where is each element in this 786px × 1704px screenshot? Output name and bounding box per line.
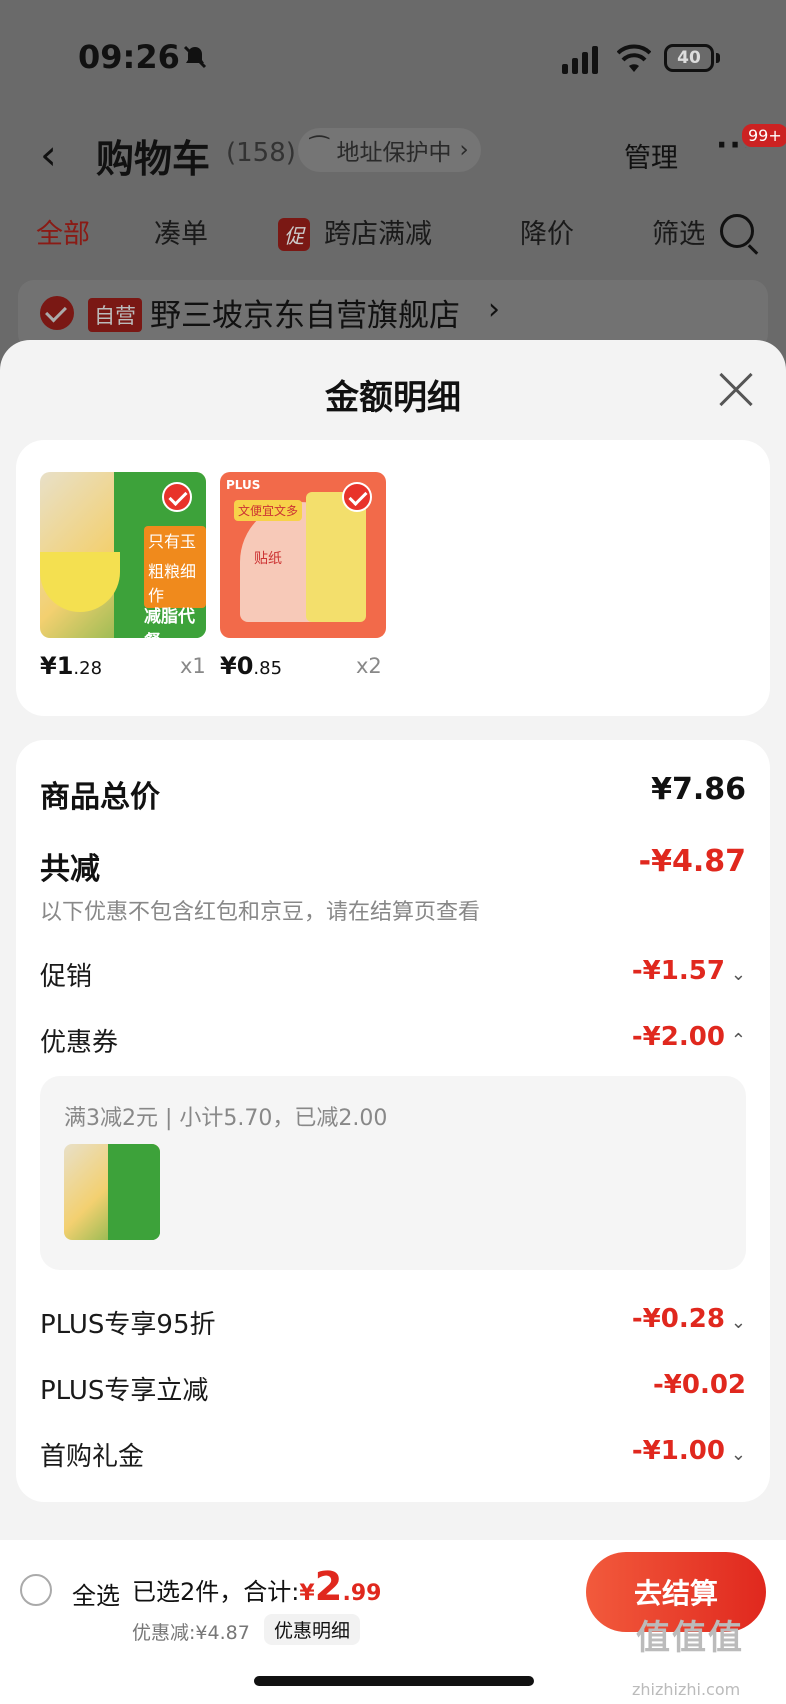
product-image-bowl <box>40 552 120 612</box>
page-title: 购物车 <box>96 137 211 181</box>
filter-tabs: 全部 凑单 促跨店满减 降价 筛选 <box>0 212 786 262</box>
checkout-bar: 全选 已选2件，合计: ¥ 2 .99 优惠减:¥4.87 优惠明细 去结算 值… <box>0 1540 786 1704</box>
chevron-right-icon: › <box>459 137 469 163</box>
plus-discount-value: -¥0.28 <box>631 1304 725 1334</box>
store-check-icon[interactable] <box>40 296 74 330</box>
close-icon[interactable] <box>716 370 756 410</box>
discount-note: 以下优惠不包含红包和京豆，请在结算页查看 <box>40 900 481 925</box>
currency-symbol: ¥ <box>299 1581 315 1606</box>
battery-icon: 40 <box>664 44 714 72</box>
discount-summary: 优惠减:¥4.87 <box>132 1622 250 1644</box>
tab-price-drop[interactable]: 降价 <box>520 212 574 251</box>
discount-label: 共减 <box>40 852 100 887</box>
wifi-icon <box>617 44 651 72</box>
coupon-detail-box: 满3减2元 | 小计5.70，已减2.00 <box>40 1076 746 1270</box>
product-image-text: 粗粮细作 <box>144 556 206 608</box>
battery-cap <box>716 53 720 63</box>
amount-dec: .99 <box>342 1581 382 1606</box>
cart-count: (158) <box>226 138 296 168</box>
address-protect-label: 地址保护中 <box>336 140 452 166</box>
discount-value: -¥4.87 <box>638 844 746 879</box>
total-row: 商品总价 ¥7.86 <box>40 772 746 815</box>
chevron-down-icon[interactable]: ⌄ <box>731 964 746 985</box>
product-price: ¥1.28 <box>40 652 102 680</box>
sheet-title: 金额明细 <box>325 378 461 418</box>
battery-level: 40 <box>677 48 701 68</box>
promo-value-wrap: -¥1.57 ⌄ <box>632 956 746 986</box>
coupon-value-wrap: -¥2.00 ⌃ <box>632 1022 746 1052</box>
product-qty: x2 <box>356 654 382 678</box>
home-indicator <box>254 1676 534 1686</box>
tab-filter[interactable]: 筛选 <box>652 212 704 251</box>
manage-button[interactable]: 管理 <box>624 136 678 175</box>
store-name: 野三坡京东自营旗舰店 <box>150 298 460 334</box>
plus-discount-value-wrap: -¥0.28 ⌄ <box>632 1304 746 1334</box>
chevron-down-icon[interactable]: ⌄ <box>731 1444 746 1465</box>
plus-instant-row: PLUS专享立减 -¥0.02 <box>40 1370 746 1406</box>
coupon-value: -¥2.00 <box>631 1022 725 1052</box>
coupon-detail-text: 满3减2元 | 小计5.70，已减2.00 <box>64 1106 388 1131</box>
plus-discount-row[interactable]: PLUS专享95折 -¥0.28 ⌄ <box>40 1304 746 1340</box>
chevron-down-icon[interactable]: ⌄ <box>731 1312 746 1333</box>
tab-all[interactable]: 全部 <box>36 212 90 251</box>
total-value: ¥7.86 <box>651 772 746 807</box>
select-all-radio[interactable] <box>20 1574 52 1606</box>
first-purchase-value: -¥1.00 <box>631 1436 725 1466</box>
signal-icon <box>562 46 598 74</box>
status-bar: 09:26 40 <box>0 0 786 120</box>
product-image-text: 减脂代餐 <box>144 607 195 638</box>
tab-cross-store[interactable]: 促跨店满减 <box>278 212 432 251</box>
status-time: 09:26 <box>78 38 180 76</box>
promo-label: 促销 <box>40 962 93 992</box>
first-purchase-label: 首购礼金 <box>40 1442 145 1472</box>
product-price: ¥0.85 <box>220 652 282 680</box>
bell-muted-icon <box>183 45 207 69</box>
product-price-int: ¥1 <box>40 652 74 680</box>
watermark: 值值值 <box>636 1618 744 1658</box>
selected-text: 已选2件，合计: <box>132 1578 300 1606</box>
product-check-icon[interactable] <box>162 482 192 512</box>
plus-instant-label: PLUS专享立减 <box>40 1376 209 1406</box>
product-price-dec: .28 <box>73 658 103 679</box>
coupon-label: 优惠券 <box>40 1028 119 1058</box>
watermark-url: zhizhizhi.com <box>632 1680 741 1699</box>
product-check-icon[interactable] <box>342 482 372 512</box>
address-protect-button[interactable]: ⁀ 地址保护中 › <box>298 128 481 172</box>
chevron-right-icon: › <box>488 292 500 327</box>
back-icon[interactable]: ‹ <box>40 130 57 179</box>
search-icon[interactable] <box>720 214 754 248</box>
coupon-product-band <box>108 1144 160 1240</box>
coupon-product-image <box>64 1144 160 1240</box>
plus-instant-value: -¥0.02 <box>652 1370 746 1400</box>
selected-summary: 已选2件，合计: ¥ 2 .99 <box>132 1564 382 1610</box>
product-qty: x1 <box>180 654 206 678</box>
amount-int: 2 <box>314 1564 343 1610</box>
coupon-row[interactable]: 优惠券 -¥2.00 ⌃ <box>40 1022 746 1058</box>
eye-closed-icon: ⁀ <box>310 137 329 163</box>
discount-row: 共减 -¥4.87 <box>40 844 746 887</box>
product-image-text: 文便宜文多 <box>234 500 303 521</box>
tab-cross-store-label: 跨店满减 <box>324 219 432 250</box>
discount-detail-button[interactable]: 优惠明细 <box>264 1614 361 1645</box>
promo-row[interactable]: 促销 -¥1.57 ⌄ <box>40 956 746 992</box>
product-image-text: 贴纸 <box>254 551 282 567</box>
promo-value: -¥1.57 <box>631 956 725 986</box>
chevron-up-icon[interactable]: ⌃ <box>731 1030 746 1051</box>
self-operated-tag: 自营 <box>88 298 142 332</box>
promo-tag: 促 <box>278 218 310 251</box>
first-purchase-value-wrap: -¥1.00 ⌄ <box>632 1436 746 1466</box>
message-badge: 99+ <box>740 122 786 149</box>
product-price-int: ¥0 <box>220 652 254 680</box>
total-label: 商品总价 <box>40 780 160 815</box>
plus-discount-label: PLUS专享95折 <box>40 1310 216 1340</box>
select-all-label[interactable]: 全选 <box>72 1576 120 1611</box>
product-image-text: PLUS <box>226 478 261 492</box>
first-purchase-row[interactable]: 首购礼金 -¥1.00 ⌄ <box>40 1436 746 1472</box>
product-price-dec: .85 <box>253 658 283 679</box>
tab-bundle[interactable]: 凑单 <box>154 212 208 251</box>
